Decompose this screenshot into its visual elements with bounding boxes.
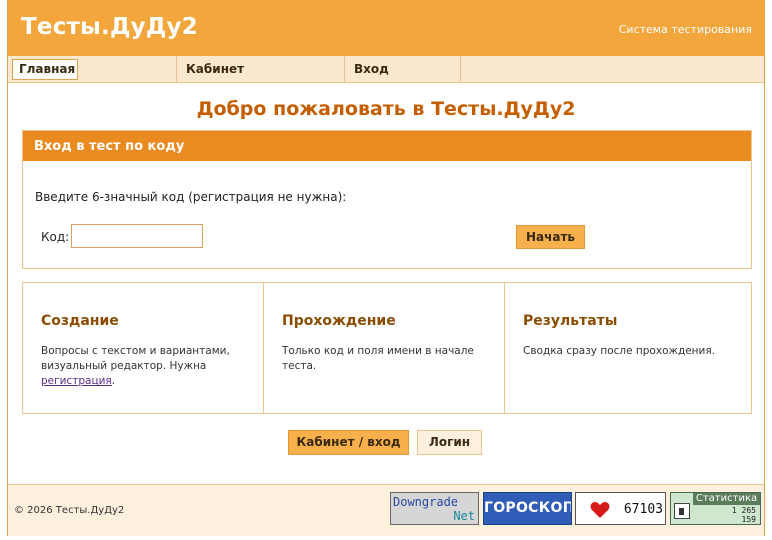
stats-today: 159 bbox=[741, 515, 756, 524]
stats-title: Статистика bbox=[693, 493, 760, 505]
feature-text: Только код и поля имени в начале теста. bbox=[282, 345, 474, 372]
horoscope-badge[interactable]: ГОРОСКОПЫ bbox=[483, 492, 572, 525]
feature-card-passing: Прохождение Только код и поля имени в на… bbox=[263, 283, 504, 413]
feature-title: Создание bbox=[41, 313, 119, 329]
site-subtitle: Система тестирования bbox=[618, 23, 752, 36]
downgrade-badge-line2: Net bbox=[453, 509, 475, 523]
login-button[interactable]: Логин bbox=[417, 430, 482, 455]
feature-text-body: Вопросы с текстом и вариантами, визуальн… bbox=[41, 345, 230, 372]
liveinternet-counter-badge[interactable]: 67103 bbox=[575, 492, 666, 525]
site-title[interactable]: Тесты.ДуДу2 bbox=[21, 14, 198, 40]
code-entry-panel: Вход в тест по коду Введите 6-значный ко… bbox=[22, 130, 752, 269]
page-title: Добро пожаловать в Тесты.ДуДу2 bbox=[196, 98, 576, 120]
registration-link[interactable]: регистрация bbox=[41, 375, 112, 387]
code-label: Код: bbox=[41, 230, 70, 244]
copyright: © 2026 Тесты.ДуДу2 bbox=[14, 505, 125, 516]
page-frame: Тесты.ДуДу2 Система тестирования Главная… bbox=[7, 0, 765, 536]
counter-value: 67103 bbox=[623, 502, 663, 517]
main-nav: Главная Кабинет Вход bbox=[8, 56, 764, 83]
feature-title: Прохождение bbox=[282, 313, 396, 329]
code-prompt: Введите 6-значный код (регистрация не ну… bbox=[35, 190, 347, 204]
cabinet-login-button[interactable]: Кабинет / вход bbox=[288, 430, 409, 455]
heart-icon bbox=[590, 502, 610, 518]
start-button[interactable]: Начать bbox=[516, 225, 585, 249]
statistics-badge[interactable]: Статистика 1 265 159 bbox=[670, 492, 761, 525]
code-panel-heading: Вход в тест по коду bbox=[23, 131, 751, 161]
site-header: Тесты.ДуДу2 Система тестирования bbox=[8, 0, 764, 56]
stats-total: 1 265 bbox=[731, 506, 756, 515]
nav-item-login[interactable]: Вход bbox=[345, 56, 461, 83]
feature-text: Вопросы с текстом и вариантами, визуальн… bbox=[41, 344, 241, 389]
stats-icon bbox=[674, 503, 690, 519]
downgrade-badge-line1: Downgrade bbox=[393, 495, 459, 509]
site-footer: © 2026 Тесты.ДуДу2 Downgrade Net ГОРОСКО… bbox=[8, 484, 764, 536]
features-grid: Создание Вопросы с текстом и вариантами,… bbox=[22, 282, 752, 414]
code-input[interactable] bbox=[71, 224, 203, 248]
feature-card-create: Создание Вопросы с текстом и вариантами,… bbox=[23, 283, 263, 413]
downgrade-badge[interactable]: Downgrade Net bbox=[390, 492, 479, 525]
nav-item-home[interactable]: Главная bbox=[12, 59, 78, 80]
feature-text-end: . bbox=[111, 375, 116, 387]
feature-card-results: Результаты Сводка сразу после прохождени… bbox=[504, 283, 751, 413]
feature-text: Сводка сразу после прохождения. bbox=[523, 345, 716, 357]
nav-item-cabinet[interactable]: Кабинет bbox=[176, 56, 345, 83]
feature-title: Результаты bbox=[523, 313, 618, 329]
